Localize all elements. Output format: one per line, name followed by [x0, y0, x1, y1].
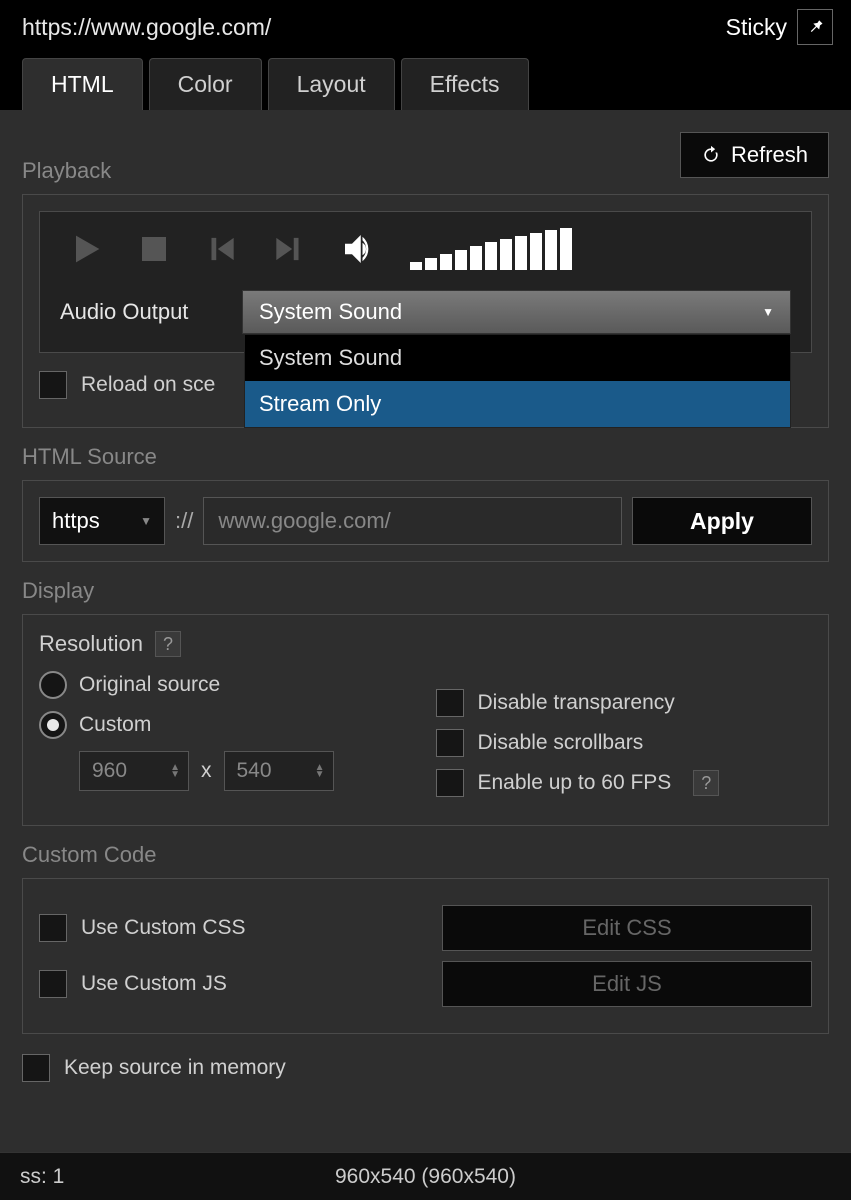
- disable-transparency-checkbox[interactable]: [436, 689, 464, 717]
- url-input[interactable]: [203, 497, 622, 545]
- reload-on-scene-label: Reload on sce: [81, 373, 215, 397]
- audio-output-menu: System Sound Stream Only: [244, 334, 791, 428]
- sticky-label: Sticky: [726, 14, 787, 41]
- section-custom-code-label: Custom Code: [22, 842, 829, 868]
- playback-fieldset: Audio Output System Sound ▼ System Sound…: [22, 194, 829, 428]
- height-value: 540: [237, 759, 272, 783]
- use-custom-js-label: Use Custom JS: [81, 972, 227, 996]
- radio-custom-label: Custom: [79, 713, 151, 737]
- disable-scrollbars-checkbox[interactable]: [436, 729, 464, 757]
- spinner-icon: ▲▼: [315, 764, 325, 778]
- display-fieldset: Resolution ? Original source Custom 960 …: [22, 614, 829, 826]
- media-controls-box: Audio Output System Sound ▼ System Sound…: [39, 211, 812, 353]
- refresh-button[interactable]: Refresh: [680, 132, 829, 178]
- disable-scrollbars-label: Disable scrollbars: [478, 731, 644, 755]
- section-display-label: Display: [22, 578, 829, 604]
- resolution-label: Resolution: [39, 631, 143, 657]
- refresh-label: Refresh: [731, 142, 808, 168]
- keep-source-in-memory-checkbox[interactable]: [22, 1054, 50, 1082]
- tab-color[interactable]: Color: [149, 58, 262, 110]
- audio-output-label: Audio Output: [60, 299, 220, 325]
- use-custom-css-checkbox[interactable]: [39, 914, 67, 942]
- fps-help-icon[interactable]: ?: [693, 770, 719, 796]
- tab-layout[interactable]: Layout: [268, 58, 395, 110]
- next-icon[interactable]: [270, 230, 308, 268]
- chevron-down-icon: ▼: [140, 514, 152, 528]
- status-left: ss: 1: [20, 1165, 64, 1189]
- use-custom-js-checkbox[interactable]: [39, 970, 67, 998]
- edit-js-button[interactable]: Edit JS: [442, 961, 812, 1007]
- title-bar: https://www.google.com/ Sticky: [0, 0, 851, 54]
- dimension-separator: x: [201, 759, 212, 783]
- pin-button[interactable]: [797, 9, 833, 45]
- spinner-icon: ▲▼: [170, 764, 180, 778]
- edit-css-button[interactable]: Edit CSS: [442, 905, 812, 951]
- pin-icon: [805, 17, 825, 37]
- radio-original-source[interactable]: [39, 671, 67, 699]
- radio-original-label: Original source: [79, 673, 220, 697]
- audio-option-system-sound[interactable]: System Sound: [245, 335, 790, 381]
- tab-effects[interactable]: Effects: [401, 58, 529, 110]
- chevron-down-icon: ▼: [762, 305, 774, 319]
- disable-transparency-label: Disable transparency: [478, 691, 675, 715]
- stop-icon[interactable]: [136, 231, 172, 267]
- width-input[interactable]: 960 ▲▼: [79, 751, 189, 791]
- keep-source-label: Keep source in memory: [64, 1056, 286, 1080]
- resolution-help-icon[interactable]: ?: [155, 631, 181, 657]
- properties-panel: Refresh Playback Audio Output System Sou…: [0, 110, 851, 1152]
- tab-bar: HTML Color Layout Effects: [0, 54, 851, 110]
- reload-on-scene-checkbox[interactable]: [39, 371, 67, 399]
- apply-button[interactable]: Apply: [632, 497, 812, 545]
- source-url-title: https://www.google.com/: [22, 14, 271, 41]
- radio-custom[interactable]: [39, 711, 67, 739]
- html-source-fieldset: https ▼ :// Apply: [22, 480, 829, 562]
- volume-icon[interactable]: [338, 228, 380, 270]
- status-bar: ss: 1 960x540 (960x540): [0, 1152, 851, 1200]
- enable-60fps-label: Enable up to 60 FPS: [478, 771, 672, 795]
- prev-icon[interactable]: [202, 230, 240, 268]
- height-input[interactable]: 540 ▲▼: [224, 751, 334, 791]
- section-html-source-label: HTML Source: [22, 444, 829, 470]
- protocol-select[interactable]: https ▼: [39, 497, 165, 545]
- audio-output-dropdown[interactable]: System Sound ▼: [242, 290, 791, 334]
- status-dimensions: 960x540 (960x540): [335, 1165, 516, 1189]
- refresh-icon: [701, 145, 721, 165]
- volume-meter[interactable]: [410, 228, 572, 270]
- protocol-value: https: [52, 508, 100, 534]
- custom-code-fieldset: Use Custom CSS Edit CSS Use Custom JS Ed…: [22, 878, 829, 1034]
- audio-output-selected: System Sound: [259, 299, 402, 325]
- use-custom-css-label: Use Custom CSS: [81, 916, 246, 940]
- url-separator: ://: [175, 508, 193, 534]
- audio-option-stream-only[interactable]: Stream Only: [245, 381, 790, 427]
- enable-60fps-checkbox[interactable]: [436, 769, 464, 797]
- tab-html[interactable]: HTML: [22, 58, 143, 110]
- width-value: 960: [92, 759, 127, 783]
- play-icon[interactable]: [66, 229, 106, 269]
